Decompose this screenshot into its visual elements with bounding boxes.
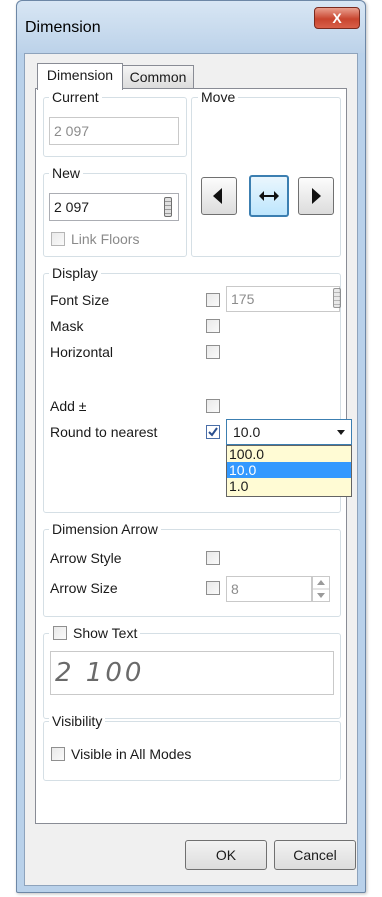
double-arrow-icon [259, 191, 279, 201]
chevron-down-icon [337, 430, 345, 435]
tab-common[interactable]: Common [122, 65, 194, 88]
move-left-button[interactable] [201, 177, 237, 215]
triangle-left-icon [213, 188, 222, 204]
visible-all-modes-checkbox[interactable] [51, 747, 65, 761]
round-selected-value: 10.0 [233, 424, 261, 440]
mask-label: Mask [50, 318, 84, 334]
checkmark-icon [208, 427, 218, 437]
move-center-button[interactable] [249, 175, 289, 217]
spinner-arrows-icon [312, 580, 330, 598]
text-preview-field[interactable]: 2 100 [50, 651, 334, 695]
calculator-icon[interactable] [164, 197, 172, 217]
arrow-size-checkbox[interactable] [206, 581, 220, 595]
add-plus-minus-label: Add ± [50, 398, 87, 414]
link-floors-label: Link Floors [71, 231, 140, 247]
horizontal-label: Horizontal [50, 344, 114, 360]
current-value-field: 2 097 [49, 117, 179, 145]
cancel-button[interactable]: Cancel [274, 840, 356, 870]
font-size-calculator-icon[interactable] [333, 288, 341, 308]
show-text-checkbox[interactable] [53, 626, 67, 640]
dimension-dialog: Dimension X Dimension Common Current 2 0… [16, 0, 366, 893]
arrow-size-input[interactable]: 8 [226, 576, 312, 602]
round-to-nearest-checkbox[interactable] [206, 425, 220, 439]
visibility-legend: Visibility [49, 713, 106, 729]
add-plus-minus-checkbox[interactable] [206, 399, 220, 413]
font-size-checkbox[interactable] [206, 293, 220, 307]
font-size-input[interactable]: 175 [226, 286, 340, 312]
link-floors-checkbox[interactable] [51, 232, 65, 246]
arrow-size-label: Arrow Size [50, 580, 118, 596]
dialog-client-area: Dimension Common Current 2 097 Move New … [24, 53, 358, 886]
window-title: Dimension [25, 19, 101, 36]
tab-panel-dimension: Current 2 097 Move New 2 097 Link Floors… [35, 88, 352, 824]
round-options-list[interactable]: 100.0 10.0 1.0 [226, 445, 352, 497]
current-legend: Current [49, 89, 102, 105]
dimension-arrow-group [43, 529, 341, 617]
move-legend: Move [198, 89, 239, 105]
arrow-size-spinner[interactable] [312, 576, 330, 602]
tab-dimension[interactable]: Dimension [37, 63, 123, 90]
move-right-button[interactable] [298, 177, 334, 215]
arrow-style-label: Arrow Style [50, 550, 122, 566]
title-bar[interactable]: Dimension X [17, 1, 365, 53]
display-legend: Display [49, 265, 101, 281]
round-option-selected[interactable]: 10.0 [227, 462, 351, 478]
round-to-nearest-select[interactable]: 10.0 [226, 419, 352, 445]
ok-button[interactable]: OK [185, 840, 267, 870]
close-button[interactable]: X [314, 7, 360, 29]
round-option[interactable]: 100.0 [227, 446, 351, 462]
new-value-input[interactable]: 2 097 [49, 193, 179, 221]
mask-checkbox[interactable] [206, 319, 220, 333]
dimension-arrow-legend: Dimension Arrow [49, 521, 161, 537]
font-size-label: Font Size [50, 292, 110, 308]
new-legend: New [49, 165, 84, 181]
arrow-style-checkbox[interactable] [206, 551, 220, 565]
triangle-right-icon [312, 188, 321, 204]
round-to-nearest-label: Round to nearest [50, 424, 158, 440]
round-option[interactable]: 1.0 [227, 478, 351, 494]
horizontal-checkbox[interactable] [206, 345, 220, 359]
visible-all-modes-label: Visible in All Modes [71, 746, 192, 762]
